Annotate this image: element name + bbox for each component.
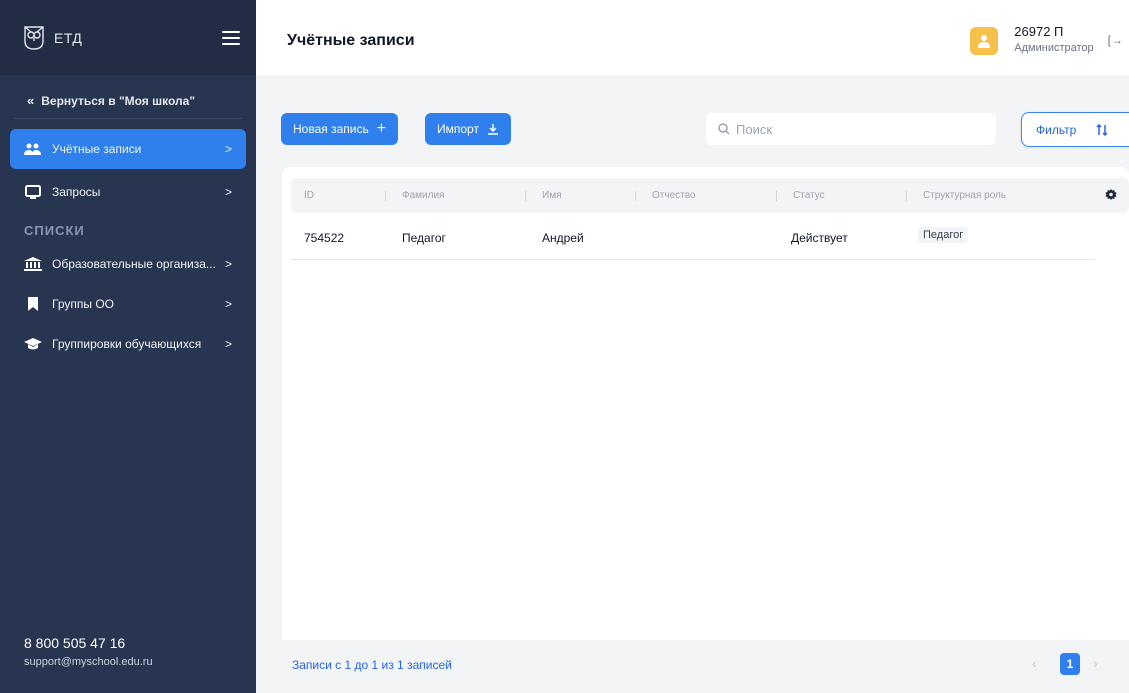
chevron-right-icon: > — [224, 337, 232, 351]
accounts-table: ID Фамилия Имя Отчество Статус Структурн… — [282, 167, 1129, 690]
table-header: ID Фамилия Имя Отчество Статус Структурн… — [291, 178, 1129, 213]
institution-icon — [24, 257, 42, 271]
sidebar-item-label: Образовательные организа... — [52, 257, 216, 271]
pagination-next-button[interactable]: › — [1093, 655, 1098, 671]
support-contacts: 8 800 505 47 16 support@myschool.edu.ru — [24, 635, 153, 668]
back-link-label: Вернуться в "Моя школа" — [41, 93, 196, 108]
users-icon — [24, 142, 42, 156]
pagination-prev-button[interactable]: ‹ — [1032, 655, 1037, 671]
table-footer: Записи с 1 до 1 из 1 записей ‹ 1 › — [282, 640, 1129, 690]
user-profile[interactable]: 26972 П Администратор [→ — [970, 24, 1129, 55]
sidebar-header: ЕТД — [0, 0, 256, 75]
filter-label: Фильтр — [1036, 122, 1077, 137]
chevron-right-icon: > — [224, 142, 232, 156]
import-label: Импорт — [437, 122, 479, 136]
back-to-myschool-link[interactable]: « Вернуться в "Моя школа" — [14, 93, 242, 119]
cell-last-name: Педагог — [402, 231, 446, 245]
sidebar-item-student-groupings[interactable]: Группировки обучающихся > — [10, 324, 246, 364]
sidebar-item-requests[interactable]: Запросы > — [10, 172, 246, 212]
gear-icon[interactable] — [1105, 188, 1117, 206]
page-title: Учётные записи — [287, 32, 415, 49]
table-row[interactable]: 754522 Педагог Андрей Действует Педагог — [291, 213, 1095, 260]
user-name: 26972 П — [1014, 24, 1064, 39]
plus-icon: + — [376, 120, 387, 137]
column-header-patronymic[interactable]: Отчество — [634, 178, 695, 213]
top-bar: Учётные записи 26972 П Администратор [→ — [256, 0, 1129, 75]
filter-button[interactable]: Фильтр — [1021, 112, 1129, 147]
cell-first-name: Андрей — [542, 231, 584, 245]
graduation-cap-icon — [24, 337, 42, 351]
support-phone: 8 800 505 47 16 — [24, 635, 126, 651]
sidebar: ЕТД « Вернуться в "Моя школа" Учётные за… — [0, 0, 256, 693]
section-title-lists: СПИСКИ — [24, 223, 85, 238]
column-header-structural-role[interactable]: Структурная роль — [905, 178, 1006, 213]
column-header-id[interactable]: ID — [304, 178, 314, 213]
owl-logo-icon — [24, 25, 44, 50]
logo-text: ЕТД — [54, 29, 83, 46]
chevron-right-icon: > — [224, 185, 232, 199]
chevron-right-icon: > — [224, 297, 232, 311]
double-chevron-left-icon: « — [27, 93, 35, 108]
sidebar-item-educational-orgs[interactable]: Образовательные организа... > — [10, 244, 246, 284]
user-role: Администратор — [1014, 42, 1094, 54]
new-record-label: Новая запись — [293, 122, 369, 136]
sidebar-item-label: Группы ОО — [52, 297, 114, 311]
sidebar-item-oo-groups[interactable]: Группы ОО > — [10, 284, 246, 324]
hamburger-menu-icon[interactable] — [222, 30, 240, 45]
new-record-button[interactable]: Новая запись + — [281, 113, 399, 145]
role-badge: Педагог — [918, 227, 969, 243]
sidebar-item-label: Учётные записи — [52, 142, 142, 156]
column-header-status[interactable]: Статус — [776, 178, 825, 213]
chevron-right-icon: > — [224, 257, 232, 271]
user-info: 26972 П Администратор — [1014, 24, 1093, 54]
search-input[interactable] — [736, 121, 976, 137]
sidebar-nav: Учётные записи > Запросы > СПИСКИ Образо… — [0, 129, 256, 364]
logout-icon[interactable]: [→ — [1108, 33, 1123, 47]
monitor-icon — [24, 185, 42, 199]
search-box[interactable] — [706, 113, 996, 145]
column-header-last-name[interactable]: Фамилия — [384, 178, 444, 213]
sidebar-item-accounts[interactable]: Учётные записи > — [10, 129, 246, 169]
records-summary: Записи с 1 до 1 из 1 записей — [292, 658, 452, 672]
import-button[interactable]: Импорт — [425, 113, 511, 145]
bookmark-icon — [24, 297, 42, 311]
sidebar-item-label: Запросы — [52, 185, 101, 199]
cell-id: 754522 — [304, 231, 345, 245]
support-email: support@myschool.edu.ru — [24, 656, 153, 668]
download-icon — [487, 123, 499, 135]
cell-status: Действует — [791, 231, 848, 245]
sidebar-item-label: Группировки обучающихся — [52, 337, 202, 351]
avatar[interactable] — [970, 27, 999, 55]
sort-filter-icon — [1096, 123, 1108, 136]
column-header-first-name[interactable]: Имя — [524, 178, 561, 213]
pagination-page-1[interactable]: 1 — [1060, 653, 1080, 675]
search-icon — [718, 123, 730, 135]
